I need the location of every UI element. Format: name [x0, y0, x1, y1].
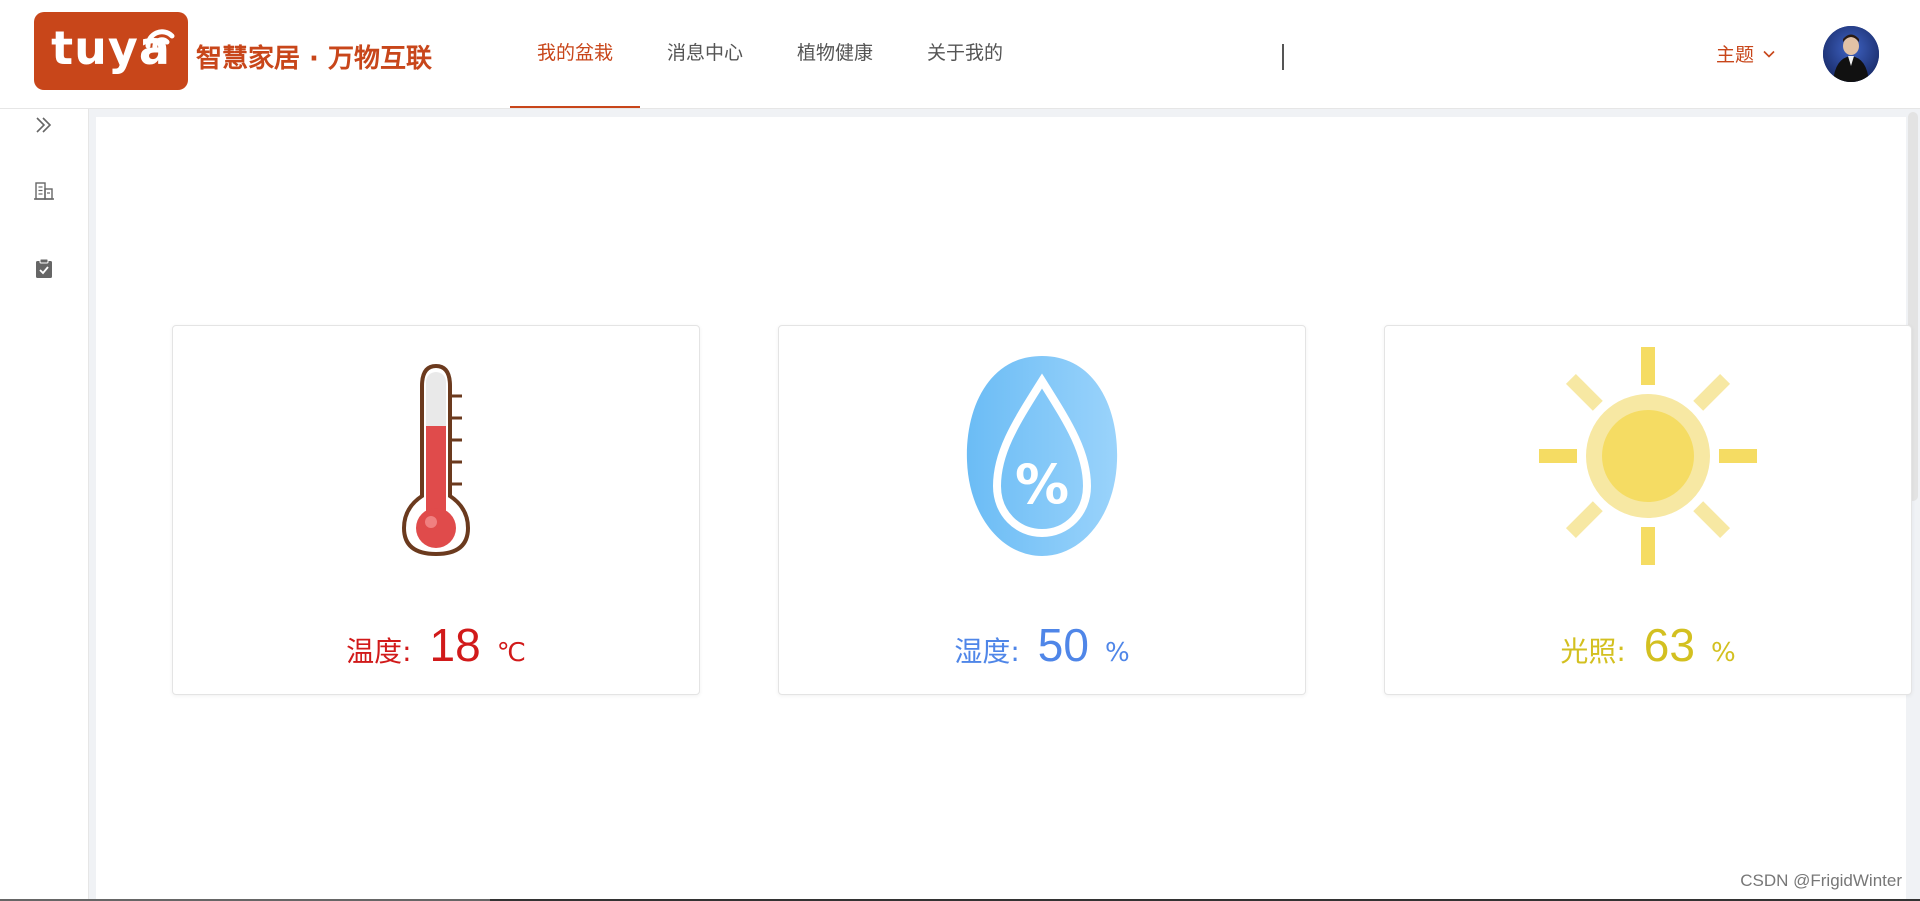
text-cursor	[1282, 44, 1284, 70]
light-card: 光照: 63 %	[1384, 325, 1912, 695]
svg-text:%: %	[1015, 453, 1069, 516]
chevron-down-icon	[1763, 50, 1775, 58]
humidity-label: 湿度:	[954, 635, 1020, 668]
water-drop-percent-icon: %	[966, 356, 1118, 556]
side-menu	[0, 109, 89, 901]
temperature-label: 温度:	[346, 635, 412, 668]
csdn-watermark: CSDN @FrigidWinter	[1740, 871, 1902, 890]
light-label: 光照:	[1560, 635, 1626, 668]
sidebar-item-building[interactable]	[30, 177, 58, 205]
temperature-reading: 温度: 18 ℃	[173, 618, 699, 672]
building-icon	[34, 182, 54, 200]
nav-tab-messages[interactable]: 消息中心	[640, 0, 770, 108]
light-value: 63	[1643, 619, 1695, 671]
theme-dropdown[interactable]: 主题	[1716, 40, 1776, 67]
thermometer-icon	[401, 363, 471, 556]
temperature-unit: ℃	[496, 638, 526, 668]
light-unit: %	[1710, 638, 1736, 668]
nav-tab-my-plants[interactable]: 我的盆栽	[510, 0, 641, 108]
humidity-reading: 湿度: 50 %	[779, 618, 1305, 672]
logo-wifi-icon	[145, 29, 175, 51]
top-header: tuya 智慧家居 · 万物互联 我的盆栽 消息中心 植物健康 关于我的 主题	[0, 0, 1920, 109]
clipboard-check-icon	[36, 258, 52, 278]
sun-icon	[1539, 347, 1757, 565]
main-nav: 我的盆栽 消息中心 植物健康 关于我的	[510, 0, 1030, 108]
double-chevron-right-icon	[36, 117, 52, 133]
nav-tab-about-me[interactable]: 关于我的	[900, 0, 1030, 108]
tuya-logo[interactable]: tuya	[34, 12, 188, 90]
humidity-card: % 湿度: 50 %	[778, 325, 1306, 695]
humidity-unit: %	[1104, 638, 1130, 668]
theme-label: 主题	[1716, 44, 1755, 66]
sidebar-item-tasks[interactable]	[30, 254, 58, 282]
user-avatar[interactable]	[1823, 26, 1879, 82]
avatar-portrait-icon	[1823, 26, 1879, 82]
light-reading: 光照: 63 %	[1385, 618, 1911, 672]
nav-tab-plant-health[interactable]: 植物健康	[770, 0, 900, 108]
temperature-value: 18	[429, 619, 481, 671]
temperature-card: 温度: 18 ℃	[172, 325, 700, 695]
brand-tagline: 智慧家居 · 万物互联	[196, 44, 432, 74]
humidity-value: 50	[1037, 619, 1089, 671]
collapse-sidebar-button[interactable]	[30, 111, 58, 139]
